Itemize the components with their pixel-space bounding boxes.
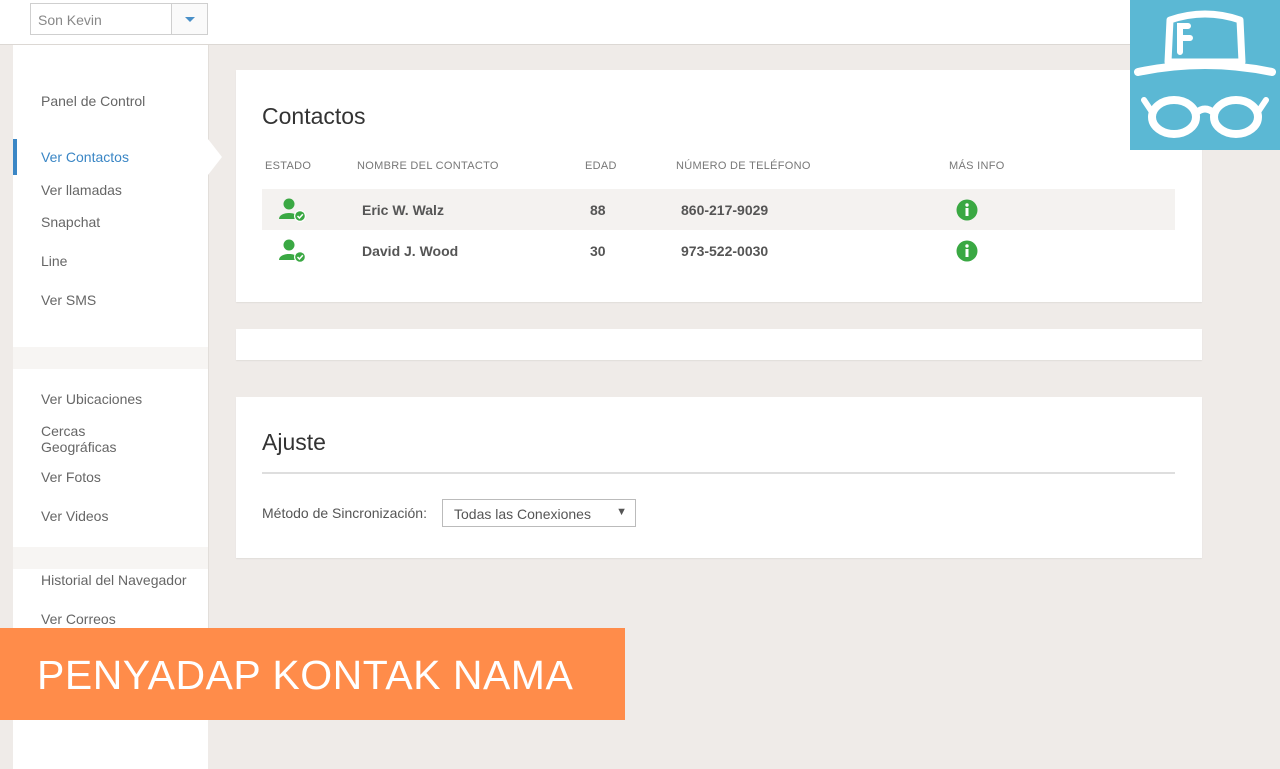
- contact-name: Eric W. Walz: [362, 202, 444, 218]
- user-check-icon: [279, 239, 306, 263]
- contact-name: David J. Wood: [362, 243, 459, 259]
- sidebar-item-ver-llamadas[interactable]: Ver llamadas: [13, 175, 208, 214]
- column-header-nombre: NOMBRE DEL CONTACTO: [357, 160, 499, 172]
- sync-method-label: Método de Sincronización:: [262, 505, 427, 521]
- table-row: Eric W. Walz 88 860-217-9029: [262, 189, 1175, 230]
- device-selector[interactable]: Son Kevin: [30, 3, 208, 35]
- sidebar: Panel de Control Ver Contactos Ver llama…: [13, 45, 222, 769]
- sidebar-group-main: Panel de Control Ver Contactos Ver llama…: [13, 45, 222, 347]
- contact-age: 30: [590, 243, 606, 259]
- info-icon[interactable]: [956, 240, 978, 262]
- sidebar-item-ver-sms[interactable]: Ver SMS: [13, 292, 208, 322]
- sync-method-select[interactable]: Todas las Conexiones ▼: [442, 499, 636, 527]
- device-selector-value: Son Kevin: [38, 12, 102, 28]
- contact-age: 88: [590, 202, 606, 218]
- table-row: David J. Wood 30 973-522-0030: [262, 230, 1175, 271]
- user-check-icon: [279, 198, 306, 222]
- column-header-mas-info: MÁS INFO: [949, 160, 1005, 172]
- empty-panel: [236, 329, 1202, 360]
- banner-text: PENYADAP KONTAK NAMA: [37, 652, 574, 698]
- sidebar-item-cercas-geograficas[interactable]: Cercas Geográficas: [13, 423, 131, 469]
- logo: [1130, 0, 1280, 150]
- dropdown-arrow-icon: ▼: [616, 506, 627, 518]
- sidebar-item-ver-contactos[interactable]: Ver Contactos: [13, 139, 222, 175]
- contacts-title: Contactos: [262, 103, 366, 129]
- sidebar-item-ver-fotos[interactable]: Ver Fotos: [13, 469, 208, 508]
- title-banner: PENYADAP KONTAK NAMA: [0, 628, 625, 720]
- sidebar-group-location-media: Ver Ubicaciones Cercas Geográficas Ver F…: [13, 369, 208, 547]
- info-icon[interactable]: [956, 199, 978, 221]
- contact-phone: 860-217-9029: [681, 202, 769, 218]
- settings-title: Ajuste: [262, 429, 326, 455]
- sidebar-item-snapchat[interactable]: Snapchat: [13, 214, 208, 253]
- spy-hat-glasses-icon: [1134, 10, 1276, 138]
- sync-method-value: Todas las Conexiones: [454, 506, 591, 522]
- top-bar: Son Kevin: [0, 0, 1280, 45]
- sidebar-item-ver-ubicaciones[interactable]: Ver Ubicaciones: [13, 391, 208, 423]
- sidebar-item-line[interactable]: Line: [13, 253, 208, 292]
- column-header-estado: ESTADO: [265, 160, 312, 172]
- chevron-down-icon[interactable]: [171, 4, 207, 34]
- divider: [262, 472, 1175, 474]
- contacts-card: Contactos ESTADO NOMBRE DEL CONTACTO EDA…: [236, 70, 1202, 302]
- contact-phone: 973-522-0030: [681, 243, 769, 259]
- sidebar-item-historial-navegador[interactable]: Historial del Navegador: [13, 572, 208, 611]
- column-header-telefono: NÚMERO DE TELÉFONO: [676, 160, 811, 172]
- sidebar-item-ver-videos[interactable]: Ver Videos: [13, 508, 208, 538]
- column-header-edad: EDAD: [585, 160, 617, 172]
- sidebar-item-panel-de-control[interactable]: Panel de Control: [13, 93, 208, 133]
- settings-card: Ajuste Método de Sincronización: Todas l…: [236, 397, 1202, 558]
